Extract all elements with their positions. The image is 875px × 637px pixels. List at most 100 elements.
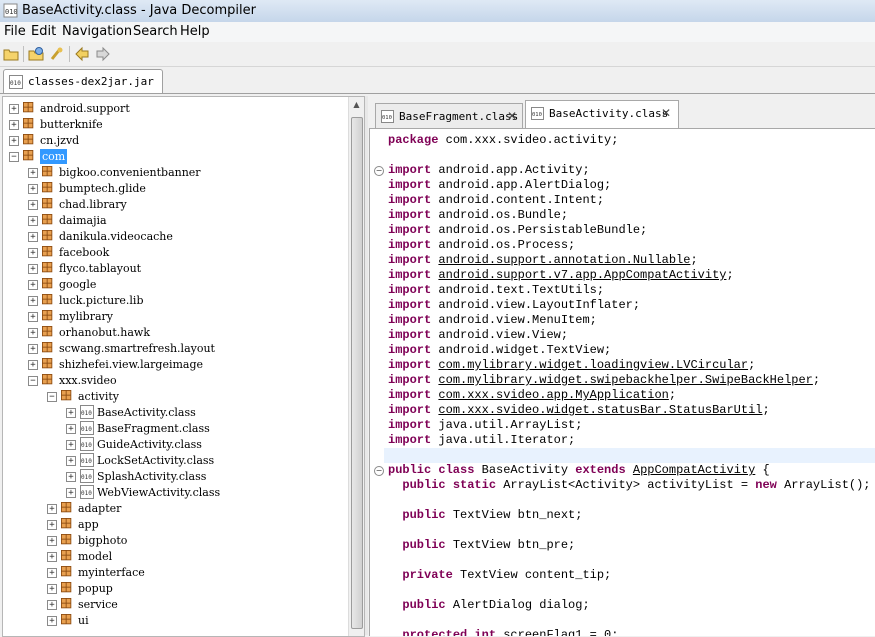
tree-row[interactable]: +010 LockSetActivity.class (3, 453, 343, 469)
expand-icon[interactable]: + (66, 472, 76, 482)
expand-icon[interactable]: + (28, 168, 38, 178)
tree-row[interactable]: +010 BaseActivity.class (3, 405, 343, 421)
tree-row[interactable]: +010 BaseFragment.class (3, 421, 343, 437)
tree-row[interactable]: + popup (3, 581, 343, 597)
tab-basefragment[interactable]: 010 BaseFragment.class ✕ (375, 103, 523, 128)
code-token[interactable]: android.support.annotation.Nullable (438, 253, 690, 267)
tree-row[interactable]: − activity (3, 389, 343, 405)
tree-row[interactable]: + adapter (3, 501, 343, 517)
menu-navigation[interactable]: Navigation (62, 24, 132, 39)
expand-icon[interactable]: + (28, 360, 38, 370)
expand-icon[interactable]: + (28, 280, 38, 290)
expand-icon[interactable]: + (28, 312, 38, 322)
close-tab-icon[interactable]: ✕ (507, 109, 517, 123)
code-editor[interactable]: package com.xxx.svideo.activity; − import … (369, 128, 875, 636)
code-token[interactable]: com.xxx.svideo.widget.statusBar.StatusBa… (438, 403, 762, 417)
expand-icon[interactable]: + (9, 104, 19, 114)
expand-icon[interactable]: + (47, 520, 57, 530)
tree-row[interactable]: + facebook (3, 245, 343, 261)
tree-row[interactable]: + butterknife (3, 117, 343, 133)
panel-splitter[interactable] (365, 96, 368, 635)
tree-row[interactable]: + service (3, 597, 343, 613)
expand-icon[interactable]: + (28, 296, 38, 306)
expand-icon[interactable]: + (28, 232, 38, 242)
expand-icon[interactable]: + (47, 568, 57, 578)
expand-icon[interactable]: + (66, 408, 76, 418)
file-tab[interactable]: 010 classes-dex2jar.jar (3, 69, 163, 94)
tree-row[interactable]: + mylibrary (3, 309, 343, 325)
class-file-icon: 010 (80, 437, 94, 451)
tree-row[interactable]: +010 GuideActivity.class (3, 437, 343, 453)
tree-row[interactable]: + google (3, 277, 343, 293)
tree-row[interactable]: +010 SplashActivity.class (3, 469, 343, 485)
collapse-icon[interactable]: − (9, 152, 19, 162)
tab-baseactivity[interactable]: 010 BaseActivity.class ✕ (525, 100, 679, 129)
tree-row[interactable]: + shizhefei.view.largeimage (3, 357, 343, 373)
expand-icon[interactable]: + (9, 120, 19, 130)
tree-scrollbar[interactable]: ▲ (348, 97, 364, 636)
expand-icon[interactable]: + (47, 504, 57, 514)
forward-arrow-icon[interactable] (95, 46, 111, 62)
expand-icon[interactable]: + (28, 216, 38, 226)
code-token[interactable]: com.mylibrary.widget.swipebackhelper.Swi… (438, 373, 812, 387)
code-token[interactable]: com.xxx.svideo.app.MyApplication (438, 388, 668, 402)
tree-row[interactable]: + luck.picture.lib (3, 293, 343, 309)
expand-icon[interactable]: + (66, 488, 76, 498)
tree-row[interactable]: + app (3, 517, 343, 533)
tree-row[interactable]: + daimajia (3, 213, 343, 229)
search-icon[interactable] (49, 46, 65, 62)
expand-icon[interactable]: + (66, 456, 76, 466)
expand-icon[interactable]: + (28, 264, 38, 274)
code-tabs: 010 BaseFragment.class ✕ 010 BaseActivit… (369, 100, 875, 129)
tree-row[interactable]: + danikula.videocache (3, 229, 343, 245)
expand-icon[interactable]: + (66, 440, 76, 450)
class-file-icon: 010 (80, 421, 94, 435)
tree-row[interactable]: + model (3, 549, 343, 565)
menu-help[interactable]: Help (180, 24, 210, 39)
close-tab-icon[interactable]: ✕ (661, 106, 671, 120)
menu-edit[interactable]: Edit (31, 24, 56, 39)
expand-icon[interactable]: + (47, 536, 57, 546)
expand-icon[interactable]: + (66, 424, 76, 434)
expand-icon[interactable]: + (9, 136, 19, 146)
menu-search[interactable]: Search (133, 24, 178, 39)
package-icon (42, 294, 53, 305)
expand-icon[interactable]: + (47, 616, 57, 626)
collapse-icon[interactable]: − (47, 392, 57, 402)
tree-row[interactable]: + bigkoo.convenientbanner (3, 165, 343, 181)
fold-icon[interactable]: − (374, 466, 384, 476)
collapse-icon[interactable]: − (28, 376, 38, 386)
tree-row[interactable]: + bigphoto (3, 533, 343, 549)
code-line: import android.widget.TextView; (388, 343, 611, 358)
code-token[interactable]: android.support.v7.app.AppCompatActivity (438, 268, 726, 282)
open-folder-icon[interactable] (3, 46, 19, 62)
tree-row[interactable]: + bumptech.glide (3, 181, 343, 197)
expand-icon[interactable]: + (28, 184, 38, 194)
tree-row[interactable]: + android.support (3, 101, 343, 117)
tree-row[interactable]: + cn.jzvd (3, 133, 343, 149)
expand-icon[interactable]: + (47, 600, 57, 610)
fold-icon[interactable]: − (374, 166, 384, 176)
menu-file[interactable]: File (4, 24, 26, 39)
tree-row[interactable]: + ui (3, 613, 343, 629)
back-arrow-icon[interactable] (74, 46, 90, 62)
scroll-up-icon[interactable]: ▲ (349, 97, 364, 112)
code-token[interactable]: AppCompatActivity (633, 463, 755, 477)
code-token[interactable]: com.mylibrary.widget.loadingview.LVCircu… (438, 358, 748, 372)
expand-icon[interactable]: + (28, 200, 38, 210)
expand-icon[interactable]: + (47, 584, 57, 594)
expand-icon[interactable]: + (28, 344, 38, 354)
tree-row[interactable]: − com (3, 149, 343, 165)
expand-icon[interactable]: + (28, 248, 38, 258)
tree-row[interactable]: + chad.library (3, 197, 343, 213)
open-type-icon[interactable] (28, 46, 44, 62)
expand-icon[interactable]: + (28, 328, 38, 338)
tree-row[interactable]: − xxx.svideo (3, 373, 343, 389)
tree-row[interactable]: + orhanobut.hawk (3, 325, 343, 341)
tree-row[interactable]: +010 WebViewActivity.class (3, 485, 343, 501)
tree-row[interactable]: + myinterface (3, 565, 343, 581)
tree-row[interactable]: + flyco.tablayout (3, 261, 343, 277)
expand-icon[interactable]: + (47, 552, 57, 562)
scrollbar-thumb[interactable] (351, 117, 363, 629)
tree-row[interactable]: + scwang.smartrefresh.layout (3, 341, 343, 357)
